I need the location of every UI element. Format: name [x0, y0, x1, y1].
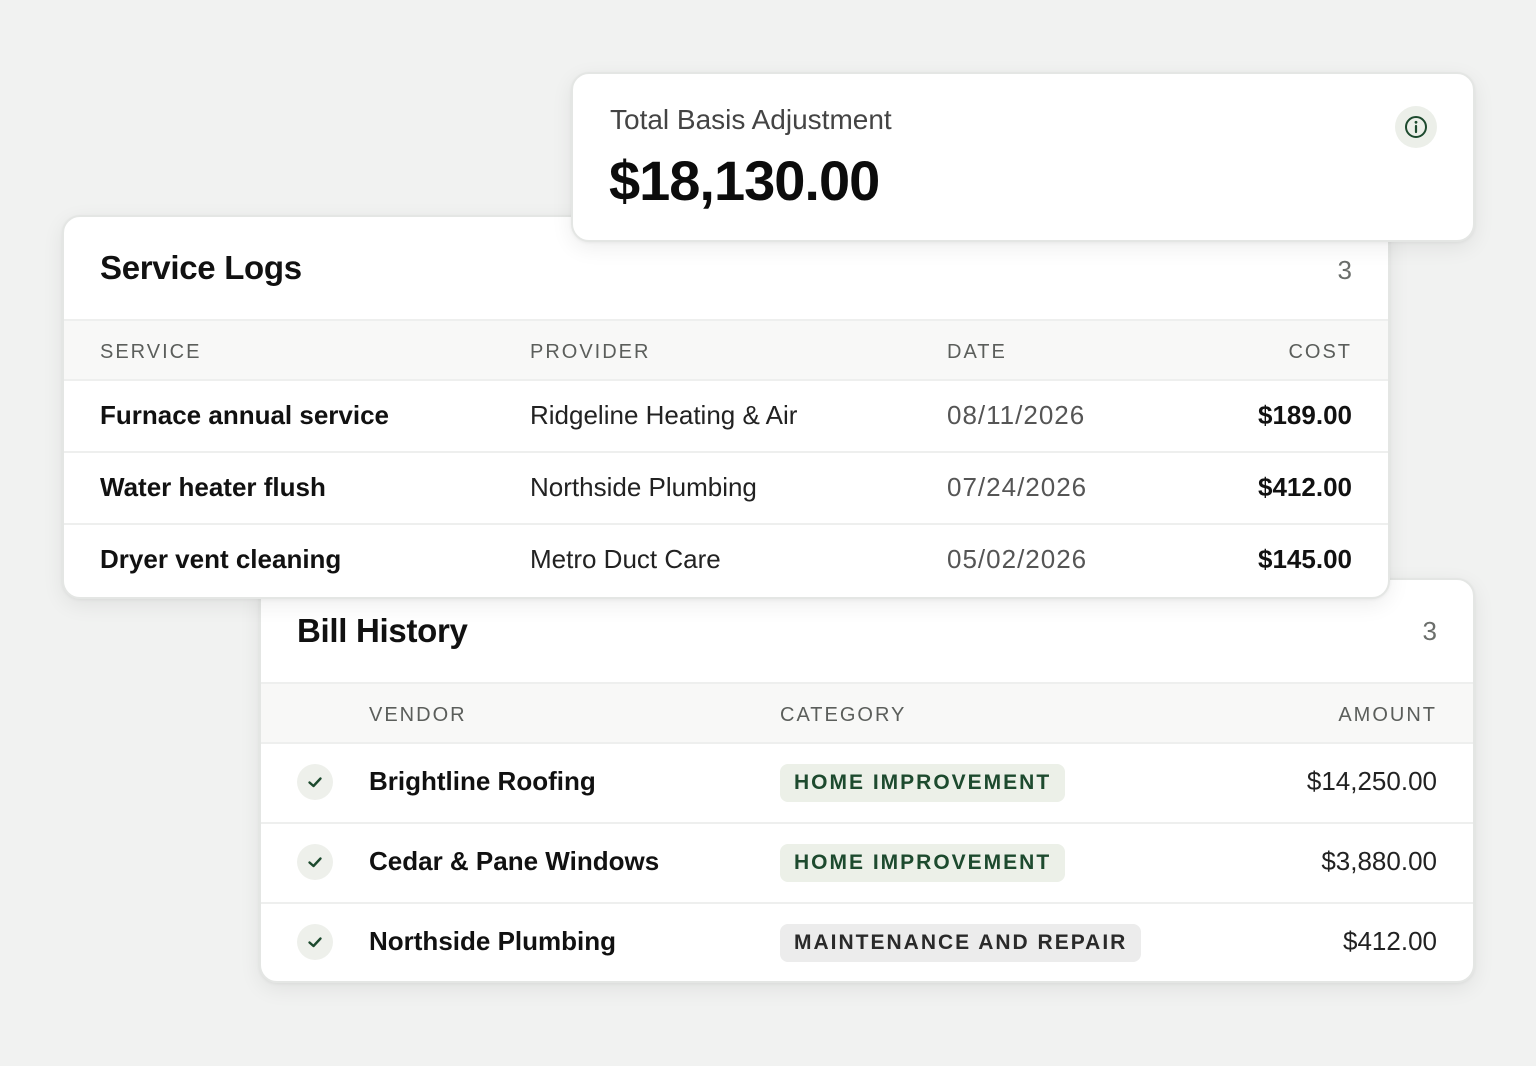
provider-name: Metro Duct Care [530, 544, 721, 574]
provider-name: Ridgeline Heating & Air [530, 400, 798, 430]
column-header-amount[interactable]: AMOUNT [1338, 704, 1437, 727]
bill-amount: $3,880.00 [1321, 846, 1437, 876]
vendor-name: Cedar & Pane Windows [369, 846, 660, 876]
bill-history-card: Bill History 3 VENDOR CATEGORY AMOUNT Br… [259, 578, 1475, 983]
service-name: Water heater flush [100, 472, 326, 502]
bill-history-rows: Brightline Roofing HOME IMPROVEMENT $14,… [261, 744, 1473, 981]
service-logs-title: Service Logs [100, 249, 302, 286]
column-header-cost[interactable]: COST [1288, 341, 1352, 364]
column-header-date[interactable]: DATE [947, 341, 1007, 364]
check-icon[interactable] [297, 924, 333, 960]
check-icon[interactable] [297, 764, 333, 800]
check-icon[interactable] [297, 844, 333, 880]
service-date: 08/11/2026 [947, 400, 1086, 430]
bill-history-title: Bill History [297, 612, 468, 649]
table-row[interactable]: Brightline Roofing HOME IMPROVEMENT $14,… [261, 744, 1473, 824]
service-logs-count: 3 [1337, 255, 1352, 285]
service-date: 07/24/2026 [947, 472, 1088, 502]
total-basis-label: Total Basis Adjustment [610, 104, 892, 135]
provider-name: Northside Plumbing [530, 472, 757, 502]
category-badge: HOME IMPROVEMENT [780, 844, 1066, 882]
column-header-category[interactable]: CATEGORY [780, 704, 906, 727]
service-cost: $145.00 [1258, 544, 1352, 574]
category-badge: MAINTENANCE AND REPAIR [780, 924, 1142, 962]
bill-amount: $412.00 [1343, 926, 1437, 956]
table-row[interactable]: Northside Plumbing MAINTENANCE AND REPAI… [261, 904, 1473, 981]
column-header-vendor[interactable]: VENDOR [369, 704, 467, 727]
service-logs-card: Service Logs 3 SERVICE PROVIDER DATE COS… [62, 215, 1390, 599]
table-row[interactable]: Dryer vent cleaning Metro Duct Care 05/0… [64, 525, 1388, 597]
table-row[interactable]: Water heater flush Northside Plumbing 07… [64, 453, 1388, 525]
service-date: 05/02/2026 [947, 544, 1088, 574]
bill-history-count: 3 [1422, 616, 1437, 646]
service-logs-rows: Furnace annual service Ridgeline Heating… [64, 381, 1388, 597]
total-basis-card: Total Basis Adjustment $18,130.00 [571, 72, 1475, 242]
service-logs-table-header: SERVICE PROVIDER DATE COST [64, 319, 1388, 381]
service-name: Dryer vent cleaning [100, 544, 342, 574]
service-cost: $189.00 [1258, 400, 1352, 430]
service-cost: $412.00 [1258, 472, 1352, 502]
category-badge: HOME IMPROVEMENT [780, 764, 1066, 802]
info-icon[interactable] [1395, 106, 1437, 148]
total-basis-value: $18,130.00 [609, 149, 880, 212]
vendor-name: Northside Plumbing [369, 926, 616, 956]
column-header-provider[interactable]: PROVIDER [530, 341, 650, 364]
table-row[interactable]: Furnace annual service Ridgeline Heating… [64, 381, 1388, 453]
service-name: Furnace annual service [100, 400, 390, 430]
bill-history-table-header: VENDOR CATEGORY AMOUNT [261, 682, 1473, 744]
bill-amount: $14,250.00 [1306, 766, 1437, 796]
vendor-name: Brightline Roofing [369, 766, 596, 796]
table-row[interactable]: Cedar & Pane Windows HOME IMPROVEMENT $3… [261, 824, 1473, 904]
column-header-service[interactable]: SERVICE [100, 341, 201, 364]
